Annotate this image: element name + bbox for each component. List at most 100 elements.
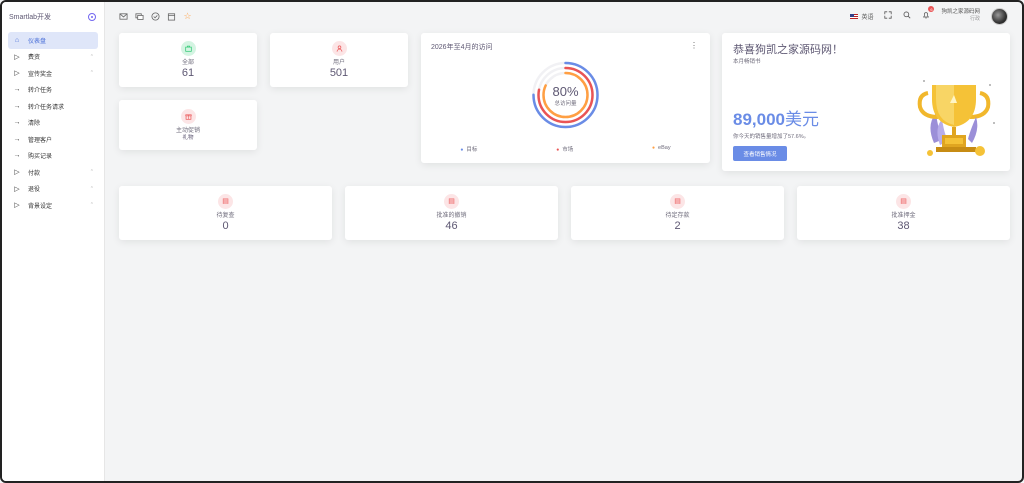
- topbar: ☆ 英语 6 狗凯之家源码网 行政: [105, 2, 1022, 30]
- arrow-right-icon: →: [13, 119, 21, 127]
- sidebar-item-label: 费资: [28, 55, 41, 62]
- calendar-icon[interactable]: [167, 12, 176, 21]
- user-role: 行政: [969, 16, 980, 22]
- play-icon: ▷: [14, 53, 20, 61]
- sidebar-nav: ⌂ 仪表盘 ▷ 费资 ⌃ ▷ 宣传奖金 ⌃ → 转介任务 → 转介任务请求 → 清除 → 管理客户 → 购买记录 ▷…: [2, 32, 104, 214]
- sidebar-item[interactable]: ▷ 背景设定 ⌃: [8, 197, 98, 214]
- chevron-down-icon: ⌃: [89, 53, 94, 60]
- quick-links: ☆: [119, 11, 192, 21]
- sidebar-item[interactable]: → 管理客户: [8, 131, 98, 148]
- arrow-right-icon: →: [13, 102, 21, 110]
- sidebar-item[interactable]: → 清除: [8, 115, 98, 132]
- language-selector[interactable]: 英语: [850, 12, 873, 21]
- calendar-icon: ▤: [218, 193, 233, 209]
- us-flag-icon: [850, 14, 859, 20]
- sidebar-item-label: 转介任务请求: [28, 104, 65, 111]
- sidebar: Smartlab开发 ⌂ 仪表盘 ▷ 费资 ⌃ ▷ 宣传奖金 ⌃ → 转介任务 → 转介任务请求 → 清除…: [2, 2, 105, 481]
- star-icon[interactable]: ☆: [183, 11, 192, 21]
- chart-center-value: 80%: [552, 84, 578, 99]
- play-icon: ▷: [14, 185, 20, 193]
- calendar-icon: ▤: [896, 193, 911, 209]
- sidebar-item-label: 管理客户: [28, 137, 53, 144]
- avatar[interactable]: [991, 7, 1008, 25]
- chart-center-label: 总访问量: [554, 99, 577, 107]
- notification-bell[interactable]: 6: [922, 6, 935, 21]
- brand: Smartlab开发: [2, 2, 104, 32]
- stat-value: 礼物: [182, 134, 194, 141]
- radial-chart: 80%总访问量: [532, 61, 599, 129]
- stat-label: 待定存款: [665, 212, 690, 219]
- stat-card-approved-deposits: ▤ 批准押金 38: [797, 186, 1010, 240]
- calendar-icon: ▤: [444, 193, 459, 209]
- check-circle-icon[interactable]: [151, 11, 160, 21]
- chevron-down-icon: ⌃: [89, 185, 94, 192]
- stat-card-users: 用户 501: [270, 33, 408, 87]
- play-icon: ▷: [14, 70, 20, 78]
- sidebar-item[interactable]: → 转介任务请求: [8, 98, 98, 115]
- user-icon: [331, 40, 347, 56]
- stat-label: 用户: [332, 59, 345, 66]
- sidebar-item[interactable]: ▷ 费资 ⌃: [8, 49, 98, 66]
- briefcase-icon: [180, 40, 196, 56]
- stat-value: 61: [181, 66, 195, 79]
- stat-label: 主动促销: [175, 127, 200, 134]
- stat-label: 批准押金: [891, 212, 916, 219]
- visits-chart-card: 2026年至4月的访问 ⋮ 80%总访问量 目标 市场 eBay: [421, 33, 710, 163]
- user-name: 狗凯之家源码网: [941, 9, 980, 15]
- view-sales-button[interactable]: 查看销售情况: [733, 146, 787, 161]
- stat-label: 待复查: [216, 212, 235, 219]
- app-window: Smartlab开发 ⌂ 仪表盘 ▷ 费资 ⌃ ▷ 宣传奖金 ⌃ → 转介任务 → 转介任务请求 → 清除…: [0, 0, 1024, 483]
- user-info[interactable]: 狗凯之家源码网 行政: [941, 9, 980, 23]
- stat-card-promo: 主动促销 礼物: [119, 100, 257, 150]
- stat-value: 46: [445, 219, 458, 232]
- sales-amount: 89,000美元: [733, 105, 819, 130]
- chart-legend: 目标 市场 eBay: [421, 145, 710, 153]
- amount-unit: 美元: [785, 110, 819, 130]
- arrow-right-icon: →: [13, 86, 21, 94]
- legend-item: 目标: [460, 145, 477, 153]
- target-icon[interactable]: [88, 13, 96, 21]
- arrow-right-icon: →: [13, 152, 21, 160]
- calendar-icon: ▤: [670, 193, 685, 209]
- gift-icon: [180, 108, 196, 124]
- legend-item: 市场: [556, 145, 573, 153]
- topbar-actions: 英语 6 狗凯之家源码网 行政: [850, 6, 1008, 25]
- chevron-down-icon: ⌃: [89, 70, 94, 77]
- arrow-right-icon: →: [13, 135, 21, 143]
- congrats-title: 恭喜狗凯之家源码网！: [733, 43, 843, 56]
- sidebar-item-label: 退役: [28, 187, 41, 194]
- stat-value: 2: [674, 219, 681, 232]
- sidebar-item[interactable]: ⌂ 仪表盘: [8, 32, 98, 49]
- play-icon: ▷: [14, 202, 20, 210]
- chat-icon[interactable]: [135, 12, 144, 21]
- stat-card-approved-withdrawals: ▤ 批准的撤销 46: [345, 186, 558, 240]
- stat-value: 38: [897, 219, 910, 232]
- chevron-down-icon: ⌃: [89, 202, 94, 209]
- stat-card-total: 全部 61: [119, 33, 257, 87]
- sales-note: 你今天的销售量增加了57.6%。: [733, 134, 810, 140]
- stat-value: 501: [329, 66, 349, 79]
- mail-icon[interactable]: [119, 12, 128, 21]
- play-icon: ▷: [14, 169, 20, 177]
- sidebar-item[interactable]: ▷ 退役 ⌃: [8, 181, 98, 198]
- legend-item: eBay: [652, 145, 671, 153]
- search-icon[interactable]: [903, 11, 911, 21]
- sidebar-item[interactable]: → 转介任务: [8, 82, 98, 99]
- chevron-down-icon: ⌃: [89, 169, 94, 176]
- amount-value: 89,000: [733, 110, 785, 129]
- sidebar-item[interactable]: → 购买记录: [8, 148, 98, 165]
- trophy-icon: [917, 80, 995, 156]
- sidebar-item[interactable]: ▷ 宣传奖金 ⌃: [8, 65, 98, 82]
- brand-name[interactable]: Smartlab开发: [9, 12, 51, 22]
- sidebar-item-label: 清除: [28, 121, 41, 128]
- bell-icon: [923, 12, 930, 19]
- stat-card-pending-review: ▤ 待复查 0: [119, 186, 332, 240]
- stat-label: 批准的撤销: [436, 212, 467, 219]
- stat-value: 0: [222, 219, 229, 232]
- stat-card-pending-deposits: ▤ 待定存款 2: [571, 186, 784, 240]
- sidebar-item[interactable]: ▷ 付款 ⌃: [8, 164, 98, 181]
- home-icon: ⌂: [14, 36, 20, 44]
- fullscreen-icon[interactable]: [884, 11, 893, 21]
- sidebar-item-label: 付款: [28, 170, 41, 177]
- stat-label: 全部: [181, 59, 194, 66]
